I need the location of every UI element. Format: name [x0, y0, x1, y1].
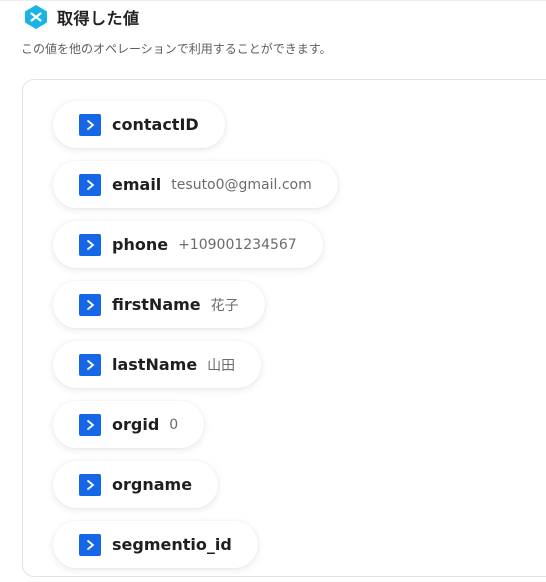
value-item-phone[interactable]: phone +109001234567 — [53, 221, 323, 268]
top-divider — [0, 0, 546, 1]
value-text: 0 — [169, 416, 179, 433]
value-item-orgname[interactable]: orgname — [53, 461, 219, 508]
value-text: +109001234567 — [178, 236, 297, 253]
value-key: firstName — [112, 295, 201, 314]
value-text: 山田 — [207, 357, 236, 374]
yoom-logo-icon — [25, 5, 47, 29]
section-header: 取得した値 — [23, 4, 140, 30]
chevron-right-icon — [79, 293, 101, 316]
chevron-right-icon — [79, 353, 101, 376]
value-item-contactid[interactable]: contactID — [53, 101, 225, 148]
value-key: orgname — [112, 475, 193, 494]
value-key: phone — [112, 235, 169, 254]
value-key: orgid — [112, 415, 160, 434]
value-key: lastName — [112, 355, 198, 374]
value-item-orgid[interactable]: orgid 0 — [53, 401, 205, 448]
value-item-firstname[interactable]: firstName 花子 — [53, 281, 265, 328]
value-text: 花子 — [210, 297, 239, 314]
chevron-right-icon — [79, 113, 101, 136]
chevron-right-icon — [79, 413, 101, 436]
section-description: この値を他のオペレーションで利用することができます。 — [21, 42, 332, 56]
value-key: contactID — [112, 115, 199, 134]
value-item-segmentio-id[interactable]: segmentio_id — [53, 521, 258, 568]
value-item-lastname[interactable]: lastName 山田 — [53, 341, 262, 388]
value-text: tesuto0@gmail.com — [171, 176, 312, 193]
chevron-right-icon — [79, 473, 101, 496]
value-list: contactID email tesuto0@gmail.com phone +109… — [53, 101, 338, 568]
section-title: 取得した値 — [57, 9, 140, 28]
chevron-right-icon — [79, 173, 101, 196]
value-item-email[interactable]: email tesuto0@gmail.com — [53, 161, 338, 208]
chevron-right-icon — [79, 533, 101, 556]
chevron-right-icon — [79, 233, 101, 256]
value-key: email — [112, 175, 162, 194]
value-key: segmentio_id — [112, 535, 232, 554]
